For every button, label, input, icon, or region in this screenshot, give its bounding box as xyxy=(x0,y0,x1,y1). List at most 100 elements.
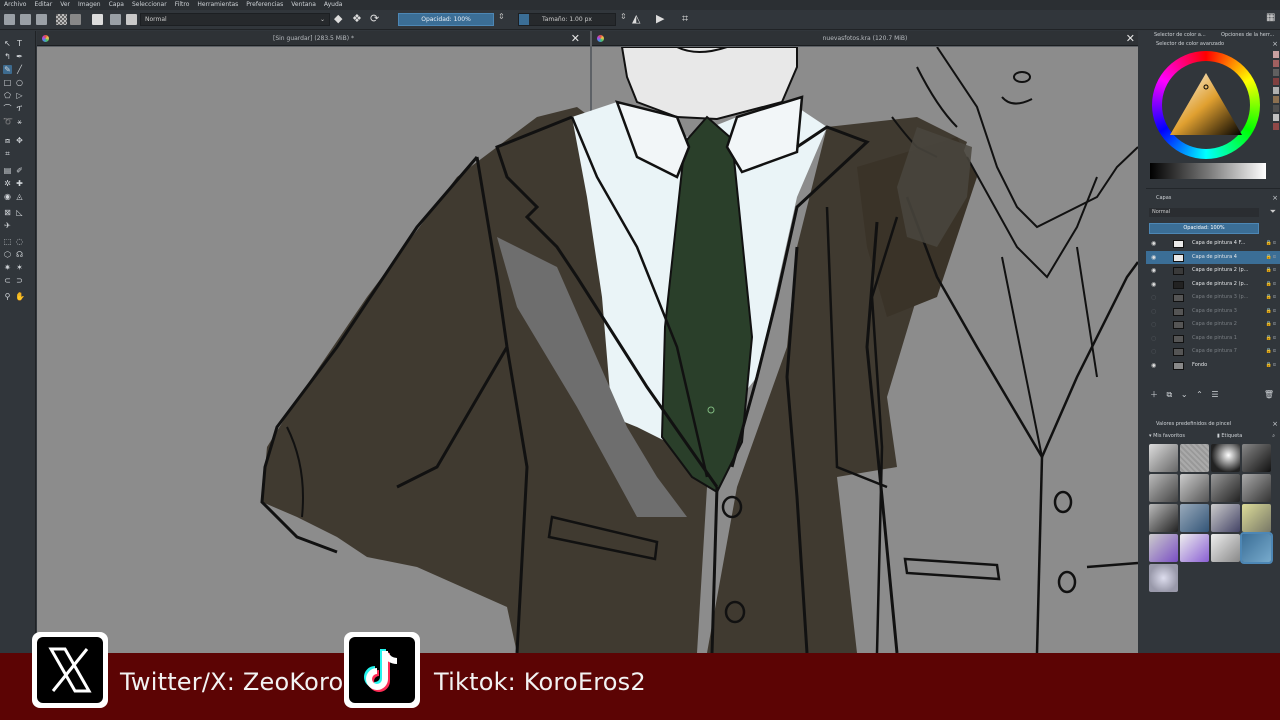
eye-icon[interactable]: ◉ xyxy=(1151,264,1156,278)
view-tab-1[interactable]: [Sin guardar] (283.5 MiB) * ✕ xyxy=(37,31,590,46)
close-icon[interactable]: × xyxy=(1272,40,1278,49)
layer-opacity-slider[interactable]: Opacidad: 100% xyxy=(1149,223,1259,234)
brush-preset-violet[interactable] xyxy=(1149,534,1178,562)
lock-icon[interactable]: 🔒α xyxy=(1265,332,1277,346)
layer-row[interactable]: ○ Capa de pintura 7 🔒α xyxy=(1146,345,1280,359)
brush-preset-fill[interactable] xyxy=(1149,504,1178,532)
search-icon[interactable]: ⌕ xyxy=(1272,432,1275,441)
workspace-icon[interactable]: ▦ xyxy=(1266,12,1275,25)
history-swatch[interactable] xyxy=(1273,69,1279,76)
brush-preset-bristle[interactable] xyxy=(1211,534,1240,562)
lock-icon[interactable]: 🔒α xyxy=(1265,278,1277,292)
size-slider[interactable]: Tamaño: 1.00 px xyxy=(518,13,616,26)
select-shapes-icon[interactable]: ↖ xyxy=(3,39,12,48)
eye-closed-icon[interactable]: ○ xyxy=(1151,345,1156,359)
alpha-lock-icon[interactable]: ❖ xyxy=(352,12,362,25)
brush-preset-fine[interactable] xyxy=(1242,474,1271,502)
pattern-icon[interactable] xyxy=(70,14,81,25)
brush-preset-pen[interactable] xyxy=(1149,474,1178,502)
favorites-select[interactable]: ▾ Mis favoritos xyxy=(1149,433,1185,439)
tag-button[interactable]: ▮ Etiqueta xyxy=(1217,432,1242,441)
close-icon[interactable]: × xyxy=(1272,420,1278,429)
drawing-canvas[interactable] xyxy=(37,46,1140,654)
polyline-tool-icon[interactable]: ▷ xyxy=(15,91,24,100)
calligraphy-icon[interactable]: ✒ xyxy=(15,52,24,61)
wrap-around-icon[interactable]: ⌗ xyxy=(682,12,688,25)
layer-row[interactable]: ◉ Fondo 🔒α xyxy=(1146,359,1280,373)
opacity-spin-icon[interactable]: ⇕ xyxy=(498,12,505,25)
history-swatch[interactable] xyxy=(1273,87,1279,94)
delete-layer-icon[interactable]: 🗑 xyxy=(1264,388,1274,402)
polygon-tool-icon[interactable]: ⬠ xyxy=(3,91,12,100)
menu-capa[interactable]: Capa xyxy=(109,0,124,10)
menu-preferencias[interactable]: Preferencias xyxy=(246,0,283,10)
layer-row[interactable]: ○ Capa de pintura 2 🔒α xyxy=(1146,318,1280,332)
enclose-fill-icon[interactable]: ◬ xyxy=(15,192,24,201)
menu-herramientas[interactable]: Herramientas xyxy=(197,0,238,10)
filter-icon[interactable]: ⏷ xyxy=(1270,207,1276,217)
mirror-vertical-icon[interactable]: ▶ xyxy=(656,12,664,25)
polygon-select-icon[interactable]: ⬡ xyxy=(3,250,12,259)
brush-preset-pencil[interactable] xyxy=(1180,444,1209,472)
eye-icon[interactable]: ◉ xyxy=(1151,278,1156,292)
eye-closed-icon[interactable]: ○ xyxy=(1151,332,1156,346)
hue-ring[interactable] xyxy=(1152,51,1260,159)
magnetic-select-icon[interactable]: ⊃ xyxy=(15,276,24,285)
crop-tool-icon[interactable]: ⌗ xyxy=(3,149,12,158)
history-swatch[interactable] xyxy=(1273,123,1279,130)
move-down-icon[interactable]: ⌄ xyxy=(1181,390,1188,399)
menu-ver[interactable]: Ver xyxy=(60,0,70,10)
lock-icon[interactable]: 🔒α xyxy=(1265,251,1277,265)
brush-preset-wet[interactable] xyxy=(1211,504,1240,532)
save-icon[interactable] xyxy=(36,14,47,25)
line-tool-icon[interactable]: ╱ xyxy=(15,65,24,74)
brush-preset-smudge[interactable] xyxy=(1211,474,1240,502)
close-icon[interactable]: × xyxy=(1272,194,1278,203)
history-swatch[interactable] xyxy=(1273,114,1279,121)
layer-blend-select[interactable]: Normal xyxy=(1149,208,1259,217)
layer-row[interactable]: ◉ Capa de pintura 2 (p... 🔒α xyxy=(1146,264,1280,278)
text-tool-icon[interactable]: T xyxy=(15,39,24,48)
eye-closed-icon[interactable]: ○ xyxy=(1151,305,1156,319)
size-spin-icon[interactable]: ⇕ xyxy=(620,12,627,25)
smart-patch-icon[interactable]: ✚ xyxy=(15,179,24,188)
dynamic-brush-icon[interactable]: ➰ xyxy=(3,117,13,126)
brush-settings-icon[interactable] xyxy=(110,14,121,25)
color-picker-icon[interactable]: ✐ xyxy=(15,166,24,175)
transform-tool-icon[interactable]: ⧈ xyxy=(3,136,12,145)
move-tool-icon[interactable]: ✥ xyxy=(15,136,24,145)
layer-row-selected[interactable]: ◉ Capa de pintura 4 🔒α xyxy=(1146,250,1280,265)
bezier-select-icon[interactable]: ⊂ xyxy=(3,276,12,285)
layer-row[interactable]: ◉ Capa de pintura 2 (p... 🔒α xyxy=(1146,278,1280,292)
ellipse-tool-icon[interactable]: ○ xyxy=(15,78,24,87)
duplicate-layer-icon[interactable]: ⧉ xyxy=(1167,390,1173,399)
move-up-icon[interactable]: ⌃ xyxy=(1196,390,1203,399)
eraser-icon[interactable]: ◆ xyxy=(334,12,342,25)
open-document-icon[interactable] xyxy=(20,14,31,25)
eye-closed-icon[interactable]: ○ xyxy=(1151,291,1156,305)
brush-preset-texture[interactable] xyxy=(1242,504,1271,532)
layer-properties-icon[interactable]: ☰ xyxy=(1211,390,1218,399)
reload-preset-icon[interactable]: ⟳ xyxy=(370,12,379,25)
menu-archivo[interactable]: Archivo xyxy=(4,0,26,10)
brush-preset-eraser[interactable] xyxy=(1180,474,1209,502)
edit-shapes-icon[interactable]: ↰ xyxy=(3,52,12,61)
history-swatch[interactable] xyxy=(1273,105,1279,112)
brush-preset-icon[interactable] xyxy=(126,14,137,25)
blend-mode-select[interactable]: Normal ⌄ xyxy=(140,13,330,26)
lock-icon[interactable]: 🔒α xyxy=(1265,305,1277,319)
freehand-path-icon[interactable]: ፕ xyxy=(15,104,24,113)
reference-tool-icon[interactable]: ✈ xyxy=(3,221,12,230)
mirror-horizontal-icon[interactable]: ◭ xyxy=(632,12,640,25)
lock-icon[interactable]: 🔒α xyxy=(1265,359,1277,373)
eye-icon[interactable]: ◉ xyxy=(1151,237,1156,251)
close-icon[interactable]: ✕ xyxy=(571,32,580,45)
fill-tool-icon[interactable]: ◉ xyxy=(3,192,12,201)
brush-preset-marker[interactable] xyxy=(1242,444,1271,472)
brush-preset-fill-bucket[interactable] xyxy=(1240,532,1273,564)
history-swatch[interactable] xyxy=(1273,78,1279,85)
multibrush-icon[interactable]: ⚹ xyxy=(15,117,24,126)
pan-tool-icon[interactable]: ✋ xyxy=(15,292,25,301)
lock-icon[interactable]: 🔒α xyxy=(1265,318,1277,332)
brush-preset-violet2[interactable] xyxy=(1180,534,1209,562)
